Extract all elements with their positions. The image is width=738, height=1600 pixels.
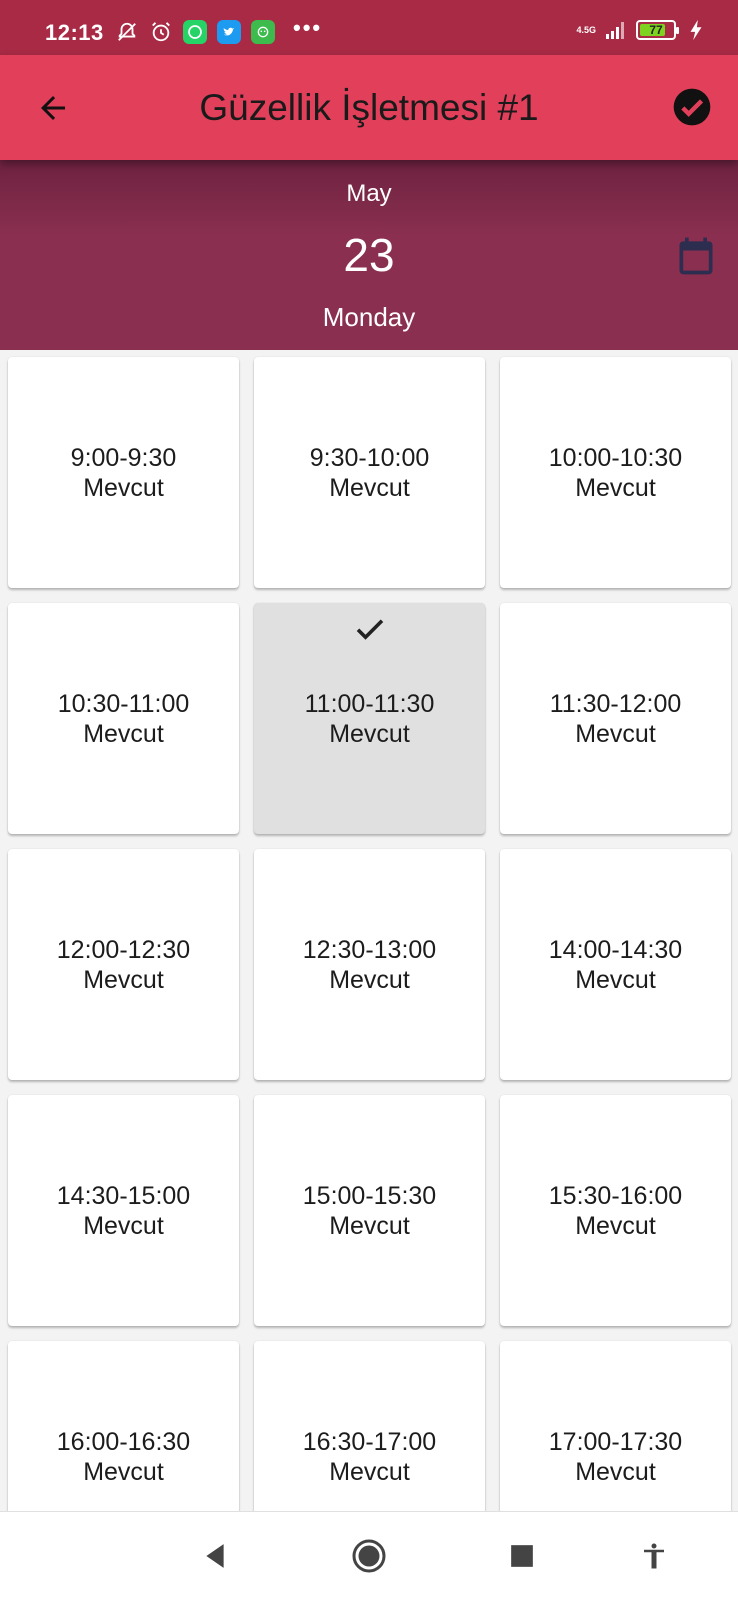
check-circle-icon xyxy=(673,88,711,126)
charging-icon xyxy=(684,18,708,42)
date-weekday: Monday xyxy=(322,302,416,332)
slot-time: 9:00-9:30 xyxy=(70,443,177,472)
calendar-icon xyxy=(679,237,713,275)
more-notifications: ••• xyxy=(293,15,323,40)
selected-check-icon xyxy=(356,619,383,640)
time-slot-card[interactable]: 11:00-11:30 Mevcut xyxy=(254,603,485,834)
notifications-off-icon xyxy=(115,20,139,44)
slot-status: Mevcut xyxy=(329,965,410,994)
slot-time: 9:30-10:00 xyxy=(309,443,430,472)
nav-back-icon xyxy=(206,1544,224,1568)
slot-status: Mevcut xyxy=(329,719,410,748)
nav-recents-button[interactable] xyxy=(502,1536,542,1576)
slot-status: Mevcut xyxy=(83,1457,164,1486)
nav-back-button[interactable] xyxy=(195,1536,235,1576)
slot-status: Mevcut xyxy=(575,1211,656,1240)
slot-time: 11:30-12:00 xyxy=(549,689,682,718)
slot-time: 17:00-17:30 xyxy=(548,1427,683,1456)
status-time: 12:13 xyxy=(45,20,104,45)
time-slot-card[interactable]: 11:30-12:00 Mevcut xyxy=(500,603,731,834)
system-nav-bar xyxy=(0,1511,738,1600)
time-slot-card[interactable]: 9:30-10:00 Mevcut xyxy=(254,357,485,588)
status-left-icons: ••• xyxy=(115,15,322,44)
whatsapp-icon xyxy=(183,20,207,44)
nav-home-icon xyxy=(352,1539,386,1573)
app-icon xyxy=(251,20,275,44)
battery-indicator: 77 xyxy=(636,20,679,40)
slot-time: 16:00-16:30 xyxy=(56,1427,191,1456)
twitter-icon xyxy=(217,20,241,44)
time-slot-card[interactable]: 10:00-10:30 Mevcut xyxy=(500,357,731,588)
alarm-icon xyxy=(149,20,173,44)
slot-status: Mevcut xyxy=(83,719,164,748)
time-slot-card[interactable]: 10:30-11:00 Mevcut xyxy=(8,603,239,834)
date-month: May xyxy=(346,180,392,207)
status-bar: 12:13 ••• 4.5G 77 xyxy=(0,0,738,55)
nav-home-button[interactable] xyxy=(349,1536,389,1576)
slot-status: Mevcut xyxy=(575,965,656,994)
signal-icon xyxy=(604,18,628,42)
slot-status: Mevcut xyxy=(83,473,164,502)
nav-recents-icon xyxy=(511,1545,533,1567)
slot-status: Mevcut xyxy=(83,1211,164,1240)
slot-time: 16:30-17:00 xyxy=(302,1427,437,1456)
slot-status: Mevcut xyxy=(329,473,410,502)
slot-status: Mevcut xyxy=(575,1457,656,1486)
slot-time: 15:00-15:30 xyxy=(302,1181,437,1210)
slot-status: Mevcut xyxy=(329,1457,410,1486)
time-slot-grid: 9:00-9:30 Mevcut 9:30-10:00 Mevcut 10:00-10:… xyxy=(8,357,731,1572)
time-slot-card[interactable]: 12:00-12:30 Mevcut xyxy=(8,849,239,1080)
battery-percent: 77 xyxy=(649,23,663,37)
slot-time: 14:00-14:30 xyxy=(548,935,683,964)
time-slot-card[interactable]: 15:30-16:00 Mevcut xyxy=(500,1095,731,1326)
time-slot-card[interactable]: 12:30-13:00 Mevcut xyxy=(254,849,485,1080)
page-title: Güzellik İşletmesi #1 xyxy=(199,87,539,128)
app-bar: Güzellik İşletmesi #1 xyxy=(0,55,738,160)
slot-time: 11:00-11:30 xyxy=(304,689,435,718)
date-header: May 23 Monday xyxy=(0,160,738,350)
slot-time: 10:30-11:00 xyxy=(57,689,190,718)
slot-status: Mevcut xyxy=(575,473,656,502)
slot-status: Mevcut xyxy=(83,965,164,994)
time-slot-card[interactable]: 14:00-14:30 Mevcut xyxy=(500,849,731,1080)
status-right-icons: 4.5G 77 xyxy=(576,18,708,42)
slot-time: 12:00-12:30 xyxy=(56,935,191,964)
slot-status: Mevcut xyxy=(329,1211,410,1240)
time-slot-card[interactable]: 15:00-15:30 Mevcut xyxy=(254,1095,485,1326)
accessibility-button[interactable] xyxy=(634,1536,674,1576)
date-day: 23 xyxy=(343,229,395,281)
confirm-button[interactable] xyxy=(670,85,714,129)
slot-status: Mevcut xyxy=(575,719,656,748)
slot-time: 12:30-13:00 xyxy=(302,935,437,964)
slot-time: 14:30-15:00 xyxy=(56,1181,191,1210)
time-slot-card[interactable]: 9:00-9:30 Mevcut xyxy=(8,357,239,588)
time-slot-card[interactable]: 14:30-15:00 Mevcut xyxy=(8,1095,239,1326)
slot-time: 10:00-10:30 xyxy=(548,443,683,472)
calendar-button[interactable] xyxy=(674,234,718,278)
network-type: 4.5G xyxy=(576,25,596,35)
slot-time: 15:30-16:00 xyxy=(548,1181,683,1210)
accessibility-icon xyxy=(644,1543,664,1569)
